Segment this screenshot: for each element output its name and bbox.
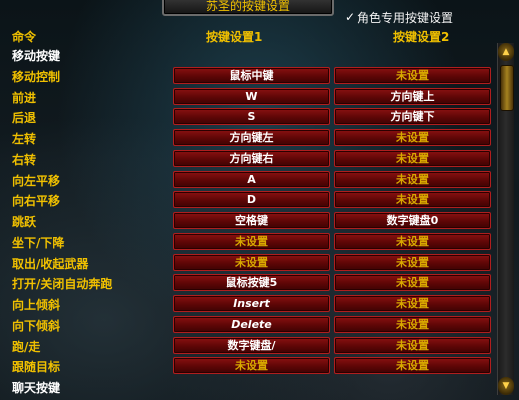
character-specific-label: 角色专用按键设置 bbox=[357, 10, 454, 25]
key1-binding-button[interactable]: S bbox=[173, 108, 330, 126]
binding-row: 右转 方向键右 未设置 bbox=[0, 149, 519, 169]
scrollbar[interactable]: ▲ ▼ bbox=[497, 43, 514, 395]
command-label: 取出/收起武器 bbox=[12, 256, 89, 271]
command-label: 左转 bbox=[12, 132, 37, 146]
key2-binding-button[interactable]: 未设置 bbox=[334, 274, 491, 292]
binding-row: 左转 方向键左 未设置 bbox=[0, 128, 519, 148]
binding-row: 打开/关闭自动奔跑 鼠标按键5 未设置 bbox=[0, 273, 519, 293]
command-label: 前进 bbox=[12, 90, 37, 105]
key2-binding-button[interactable]: 未设置 bbox=[334, 129, 491, 146]
binding-row: 取出/收起武器 未设置 未设置 bbox=[0, 253, 519, 273]
section-label: 聊天按键 bbox=[12, 381, 61, 395]
key1-binding-button[interactable]: 未设置 bbox=[173, 232, 330, 250]
key2-binding-button[interactable]: 未设置 bbox=[334, 149, 491, 167]
key2-binding-button[interactable]: 未设置 bbox=[334, 295, 491, 312]
key1-binding-button[interactable]: 数字键盘/ bbox=[173, 336, 330, 354]
command-label: 移动控制 bbox=[12, 69, 61, 84]
command-label: 跑/走 bbox=[12, 339, 41, 354]
key1-binding-button[interactable]: 空格键 bbox=[173, 212, 330, 229]
key2-binding-button[interactable]: 未设置 bbox=[334, 336, 491, 354]
key2-binding-button[interactable]: 未设置 bbox=[334, 253, 491, 271]
header-key1: 按键设置1 bbox=[206, 30, 263, 44]
key2-binding-button[interactable]: 未设置 bbox=[334, 191, 491, 209]
header-command: 命令 bbox=[12, 30, 37, 44]
section-header: 聊天按键 bbox=[0, 377, 519, 397]
command-label: 向右平移 bbox=[12, 194, 61, 209]
scroll-thumb[interactable] bbox=[500, 65, 514, 111]
command-label: 坐下/下降 bbox=[12, 235, 65, 250]
key1-binding-button[interactable]: 未设置 bbox=[173, 357, 330, 375]
key1-binding-button[interactable]: Delete bbox=[173, 315, 330, 333]
key2-binding-button[interactable]: 未设置 bbox=[334, 66, 491, 84]
section-header: 移动按键 bbox=[0, 45, 519, 65]
key2-binding-button[interactable]: 未设置 bbox=[334, 232, 491, 250]
binding-row: 后退 S 方向键下 bbox=[0, 107, 519, 127]
binding-row: 移动控制 鼠标中键 未设置 bbox=[0, 66, 519, 86]
key2-binding-button[interactable]: 未设置 bbox=[334, 170, 491, 188]
key2-binding-button[interactable]: 方向键上 bbox=[334, 87, 491, 105]
key1-binding-button[interactable]: 方向键右 bbox=[173, 149, 330, 167]
section-label: 移动按键 bbox=[12, 49, 61, 63]
binding-row: 跳跃 空格键 数字键盘0 bbox=[0, 211, 519, 231]
command-label: 跟随目标 bbox=[12, 360, 61, 375]
header-key2: 按键设置2 bbox=[393, 30, 450, 44]
binding-row: 跑/走 数字键盘/未设置 bbox=[0, 336, 519, 356]
checkmark-icon[interactable]: ✓ bbox=[343, 10, 357, 24]
command-label: 跳跃 bbox=[12, 215, 37, 229]
command-label: 打开/关闭自动奔跑 bbox=[12, 277, 113, 292]
key2-binding-button[interactable]: 未设置 bbox=[334, 315, 491, 333]
window-title: 苏圣的按键设置 bbox=[162, 0, 334, 16]
scroll-up-arrow-icon[interactable]: ▲ bbox=[498, 43, 514, 61]
scroll-down-arrow-icon[interactable]: ▼ bbox=[498, 377, 514, 395]
binding-row: 跟随目标 未设置 未设置 bbox=[0, 356, 519, 376]
binding-row: 坐下/下降 未设置 未设置 bbox=[0, 232, 519, 252]
binding-row: 向右平移 D 未设置 bbox=[0, 190, 519, 210]
command-label: 右转 bbox=[12, 152, 37, 167]
binding-row: 向上倾斜 Insert 未设置 bbox=[0, 294, 519, 314]
command-label: 后退 bbox=[12, 111, 37, 126]
key1-binding-button[interactable]: Insert bbox=[173, 295, 330, 312]
command-label: 向上倾斜 bbox=[12, 298, 61, 312]
key1-binding-button[interactable]: 鼠标中键 bbox=[173, 66, 330, 84]
key2-binding-button[interactable]: 方向键下 bbox=[334, 108, 491, 126]
key2-binding-button[interactable]: 未设置 bbox=[334, 357, 491, 375]
key1-binding-button[interactable]: D bbox=[173, 191, 330, 209]
command-label: 向下倾斜 bbox=[12, 318, 61, 333]
key1-binding-button[interactable]: 方向键左 bbox=[173, 129, 330, 146]
key1-binding-button[interactable]: W bbox=[173, 87, 330, 105]
key1-binding-button[interactable]: A bbox=[173, 170, 330, 188]
binding-row: 向左平移 A 未设置 bbox=[0, 170, 519, 190]
binding-row: 前进 W 方向键上 bbox=[0, 87, 519, 107]
binding-row: 向下倾斜 Delete 未设置 bbox=[0, 315, 519, 335]
column-header: 命令 按键设置1 按键设置2 bbox=[0, 27, 519, 44]
command-label: 向左平移 bbox=[12, 173, 61, 188]
key2-binding-button[interactable]: 数字键盘0 bbox=[334, 212, 491, 229]
character-specific-checkbox[interactable]: ✓ 角色专用按键设置 bbox=[343, 9, 453, 25]
key1-binding-button[interactable]: 鼠标按键5 bbox=[173, 274, 330, 292]
key1-binding-button[interactable]: 未设置 bbox=[173, 253, 330, 271]
